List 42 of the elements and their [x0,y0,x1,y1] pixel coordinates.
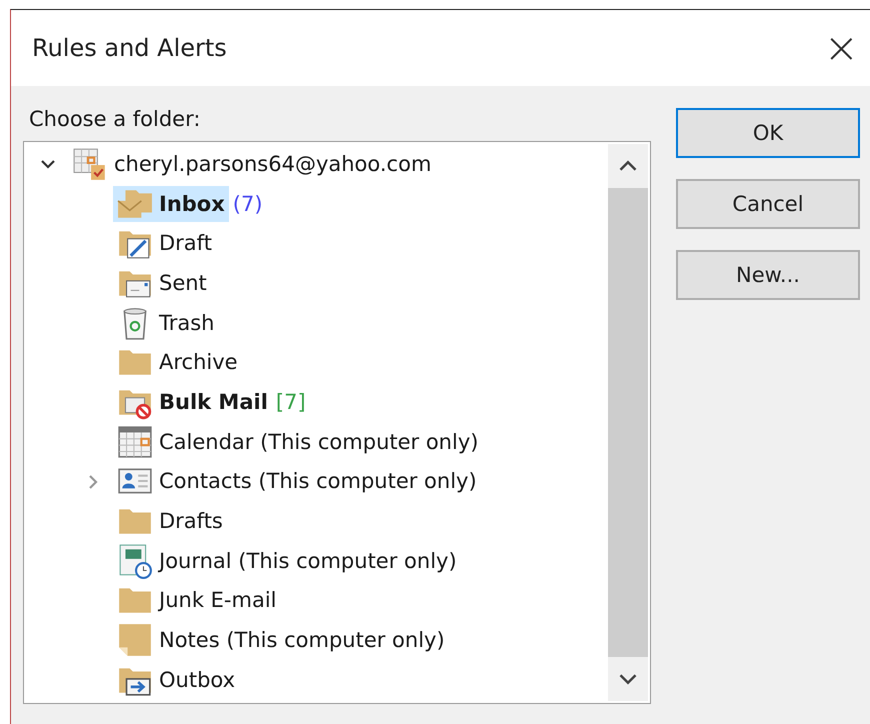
dialog-button[interactable]: New... [676,250,860,300]
folder-name: Contacts (This computer only) [159,469,477,494]
folder-item[interactable]: Calendar (This computer only) [113,424,482,460]
folder-name: Notes (This computer only) [159,628,445,652]
folder-item[interactable]: Sent [113,264,211,301]
folder-name: Bulk Mail [159,390,268,414]
sticky-note-icon [117,622,153,658]
journal-with-clock-icon [117,542,153,579]
folder-item[interactable]: Contacts (This computer only) [113,463,481,500]
folder-name: Sent [159,270,207,295]
folder-name: Journal (This computer only) [159,548,457,573]
scrollbar[interactable] [608,144,648,701]
folder-name: Outbox [159,668,236,692]
folder-item[interactable]: cheryl.parsons64@yahoo.com [68,146,436,182]
folder-item[interactable]: Draft [113,225,216,262]
folder-item[interactable]: Drafts [113,503,227,540]
folder-name: Draft [159,231,212,256]
calendar-icon [72,146,108,182]
folder-item[interactable]: Trash [113,304,218,341]
folder-name: Trash [159,310,214,335]
folder-name: cheryl.parsons64@yahoo.com [114,152,432,176]
scroll-thumb[interactable] [608,188,648,657]
folder-name: Junk E-mail [159,588,276,612]
folder-name: Archive [159,350,238,374]
folder-item[interactable]: Inbox [113,186,229,222]
dialog-button[interactable]: OK [676,108,860,158]
folder-item[interactable]: Journal (This computer only) [113,542,461,579]
folder-item[interactable]: Notes (This computer only) [113,622,449,658]
folder-name: Calendar (This computer only) [159,430,478,454]
window-title: Rules and Alerts [32,34,227,62]
folder-item[interactable]: Archive [113,344,242,380]
folder-name: Drafts [159,509,223,534]
folder-item[interactable]: Bulk Mail [113,384,272,420]
prompt-label: Choose a folder: [28,107,202,131]
folder-item[interactable]: Junk E-mail [113,582,280,618]
folder-name: Inbox [159,192,225,216]
dialog-button[interactable]: Cancel [676,179,860,229]
unread-count: [7] [276,390,306,414]
unread-count: (7) [232,192,263,216]
close-button[interactable]: × [814,27,869,69]
folder-item[interactable]: Outbox [113,662,240,698]
calendar-icon [117,424,153,460]
